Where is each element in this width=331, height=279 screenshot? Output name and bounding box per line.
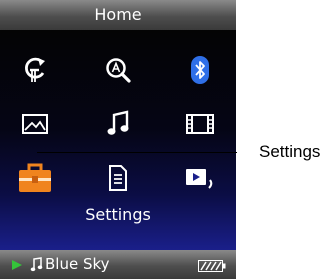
menu-item-bluetooth[interactable]	[175, 50, 225, 90]
menu-item-search[interactable]	[93, 50, 143, 90]
toolbox-icon	[19, 163, 51, 192]
now-playing-track: Blue Sky	[45, 255, 110, 273]
menu-item-now-playing[interactable]	[175, 158, 225, 198]
music-note-icon	[30, 257, 43, 272]
menu-item-settings[interactable]	[10, 158, 60, 198]
now-playing-icon	[186, 169, 213, 189]
play-icon	[12, 260, 22, 270]
home-menu: Settings	[0, 30, 236, 250]
photo-icon	[22, 114, 48, 134]
battery-icon	[198, 260, 226, 272]
callout-leader-line	[37, 152, 237, 153]
menu-item-video[interactable]	[175, 104, 225, 144]
player-screen: Home Settings Blue Sky	[0, 0, 236, 279]
menu-item-photo[interactable]	[10, 104, 60, 144]
shuffle-icon	[25, 57, 45, 82]
document-icon	[109, 165, 127, 191]
menu-item-playlist[interactable]	[93, 158, 143, 198]
menu-item-music[interactable]	[93, 104, 143, 144]
callout-label: Settings	[259, 142, 321, 161]
status-bar: Blue Sky	[0, 250, 236, 279]
screen-title: Home	[94, 5, 142, 24]
menu-item-intelligent-shuffle[interactable]	[10, 50, 60, 90]
search-icon	[106, 58, 131, 83]
film-icon	[186, 114, 214, 134]
bluetooth-icon	[191, 56, 209, 84]
title-bar: Home	[0, 0, 236, 30]
music-note-icon	[107, 110, 129, 135]
selected-item-label: Settings	[85, 205, 151, 224]
